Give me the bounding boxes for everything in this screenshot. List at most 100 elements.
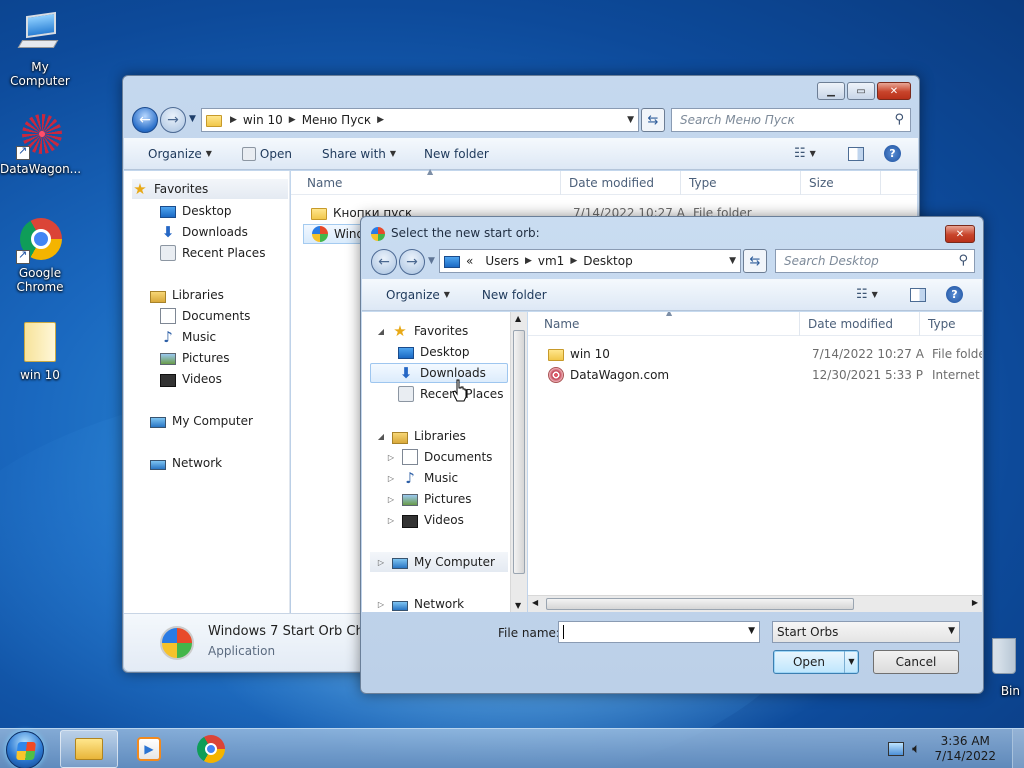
dialog-organize-button[interactable]: Organize ▼	[376, 288, 460, 302]
address-bar[interactable]: ▶ win 10 ▶ Меню Пуск ▶ ▼	[201, 108, 639, 132]
dialog-refresh-button[interactable]: ⇆	[743, 249, 767, 273]
taskbar-media-player-button[interactable]: ▶	[120, 730, 178, 768]
nav-downloads[interactable]: ⬇ Downloads	[160, 222, 248, 242]
column-name[interactable]: Name	[291, 170, 561, 195]
breadcrumb-users[interactable]: Users	[479, 254, 525, 268]
column-date-modified[interactable]: Date modified	[800, 312, 920, 336]
breadcrumb-arrow-icon[interactable]: ▶	[377, 115, 384, 125]
file-list-horizontal-scrollbar[interactable]: ◀ ▶	[528, 595, 982, 612]
breadcrumb-desktop[interactable]: Desktop	[577, 254, 639, 268]
scrollbar-thumb[interactable]	[546, 598, 854, 610]
dialog-search-input[interactable]: Search Desktop ⚲	[775, 249, 975, 273]
nav-documents[interactable]: Documents	[160, 306, 250, 326]
scroll-up-arrow-icon[interactable]: ▲	[515, 314, 521, 323]
open-file-dialog[interactable]: Select the new start orb: ✕ ← → ▼ « User…	[360, 216, 984, 694]
column-name[interactable]: Name	[528, 312, 800, 336]
dialog-address-bar[interactable]: « Users ▶ vm1 ▶ Desktop ▼	[439, 249, 741, 273]
column-type[interactable]: Type	[920, 312, 982, 336]
breadcrumb-arrow-icon[interactable]: ▶	[289, 115, 296, 125]
nav-desktop[interactable]: Desktop	[160, 201, 232, 221]
forward-button[interactable]: →	[160, 107, 186, 133]
column-size[interactable]: Size	[801, 170, 881, 195]
nav-music[interactable]: ♪ Music	[160, 327, 216, 347]
breadcrumb-vm1[interactable]: vm1	[532, 254, 570, 268]
show-desktop-button[interactable]	[1012, 729, 1024, 768]
breadcrumb-arrow-icon[interactable]: ▶	[525, 256, 532, 266]
nav-my-computer[interactable]: My Computer	[150, 411, 253, 431]
scroll-left-arrow-icon[interactable]: ◀	[532, 598, 538, 607]
breadcrumb-arrow-icon[interactable]: ▶	[570, 256, 577, 266]
dialog-back-button[interactable]: ←	[371, 249, 397, 275]
nav-my-computer[interactable]: ▷ My Computer	[370, 552, 508, 572]
breadcrumb-win10[interactable]: win 10	[237, 113, 289, 127]
preview-pane-icon[interactable]	[848, 147, 864, 161]
address-dropdown-icon[interactable]: ▼	[729, 256, 736, 266]
nav-videos[interactable]: Videos	[160, 369, 222, 389]
table-row[interactable]: win 10 7/14/2022 10:27 AM File folder	[540, 344, 982, 364]
view-options-button[interactable]: ☷ ▼	[784, 146, 826, 161]
nav-favorites[interactable]: ◢ ★ Favorites	[376, 321, 468, 341]
nav-network[interactable]: Network	[150, 453, 222, 473]
collapsed-triangle-icon[interactable]: ▷	[386, 495, 396, 504]
start-button[interactable]	[6, 731, 44, 768]
nav-pane-scrollbar[interactable]: ▲ ▼	[510, 312, 527, 612]
column-type[interactable]: Type	[681, 170, 801, 195]
minimize-button[interactable]: ▁	[817, 82, 845, 100]
breadcrumb-menu-pusk[interactable]: Меню Пуск	[296, 113, 377, 127]
nav-favorites[interactable]: ★ Favorites	[132, 179, 288, 199]
dialog-view-options-button[interactable]: ☷ ▼	[846, 287, 888, 302]
nav-videos[interactable]: ▷ Videos	[386, 510, 464, 530]
nav-documents[interactable]: ▷ Documents	[386, 447, 492, 467]
back-button[interactable]: ←	[132, 107, 158, 133]
address-dropdown-icon[interactable]: ▼	[627, 115, 634, 125]
collapsed-triangle-icon[interactable]: ▷	[386, 474, 396, 483]
nav-libraries[interactable]: ◢ Libraries	[376, 426, 466, 446]
desktop-icon-my-computer[interactable]: My Computer	[0, 10, 80, 88]
desktop-icon-datawagon[interactable]: DataWagon...	[0, 112, 81, 176]
preview-pane-icon[interactable]	[910, 288, 926, 302]
desktop-icon-google-chrome[interactable]: Google Chrome	[0, 216, 80, 294]
open-button[interactable]: Open ▼	[773, 650, 859, 674]
collapsed-triangle-icon[interactable]: ▷	[386, 453, 396, 462]
dialog-new-folder-button[interactable]: New folder	[472, 288, 557, 302]
taskbar-explorer-button[interactable]	[60, 730, 118, 768]
refresh-button[interactable]: ⇆	[641, 108, 665, 132]
scroll-down-arrow-icon[interactable]: ▼	[515, 601, 521, 610]
help-icon[interactable]: ?	[946, 286, 963, 303]
nav-pictures[interactable]: ▷ Pictures	[386, 489, 472, 509]
scrollbar-thumb[interactable]	[513, 330, 525, 574]
nav-music[interactable]: ▷ ♪ Music	[386, 468, 458, 488]
collapsed-triangle-icon[interactable]: ▷	[386, 516, 396, 525]
split-dropdown-icon[interactable]: ▼	[844, 651, 858, 673]
open-button[interactable]: Open	[232, 146, 302, 161]
expanded-triangle-icon[interactable]: ◢	[376, 432, 386, 441]
nav-desktop[interactable]: Desktop	[398, 342, 470, 362]
recent-pages-dropdown-icon[interactable]: ▼	[189, 114, 196, 124]
cancel-button[interactable]: Cancel	[873, 650, 959, 674]
nav-recent-places[interactable]: Recent Places	[160, 243, 265, 263]
nav-downloads[interactable]: ⬇ Downloads	[370, 363, 508, 383]
volume-tray-icon[interactable]: 🔈︎	[912, 741, 920, 757]
nav-network[interactable]: ▷ Network	[376, 594, 464, 612]
network-tray-icon[interactable]	[888, 742, 905, 756]
nav-libraries[interactable]: Libraries	[150, 285, 224, 305]
clock[interactable]: 3:36 AM 7/14/2022	[934, 734, 996, 764]
file-type-filter-select[interactable]: Start Orbs ▼	[772, 621, 960, 643]
desktop-icon-win10-folder[interactable]: win 10	[0, 318, 80, 382]
table-row[interactable]: DataWagon.com 12/30/2021 5:33 PM Interne…	[540, 365, 982, 385]
help-icon[interactable]: ?	[884, 145, 901, 162]
nav-recent-places[interactable]: Recent Places	[398, 384, 503, 404]
column-date-modified[interactable]: Date modified	[561, 170, 681, 195]
search-input[interactable]: Search Меню Пуск ⚲	[671, 108, 911, 132]
recent-pages-dropdown-icon[interactable]: ▼	[428, 256, 435, 266]
breadcrumb-arrow-icon[interactable]: ▶	[230, 115, 237, 125]
collapsed-triangle-icon[interactable]: ▷	[376, 558, 386, 567]
nav-pictures[interactable]: Pictures	[160, 348, 230, 368]
close-button[interactable]: ✕	[877, 82, 911, 100]
dialog-forward-button[interactable]: →	[399, 249, 425, 275]
collapsed-triangle-icon[interactable]: ▷	[376, 600, 386, 609]
scroll-right-arrow-icon[interactable]: ▶	[972, 598, 978, 607]
new-folder-button[interactable]: New folder	[414, 147, 499, 161]
dialog-close-button[interactable]: ✕	[945, 225, 975, 243]
chevron-down-icon[interactable]: ▼	[748, 626, 755, 636]
